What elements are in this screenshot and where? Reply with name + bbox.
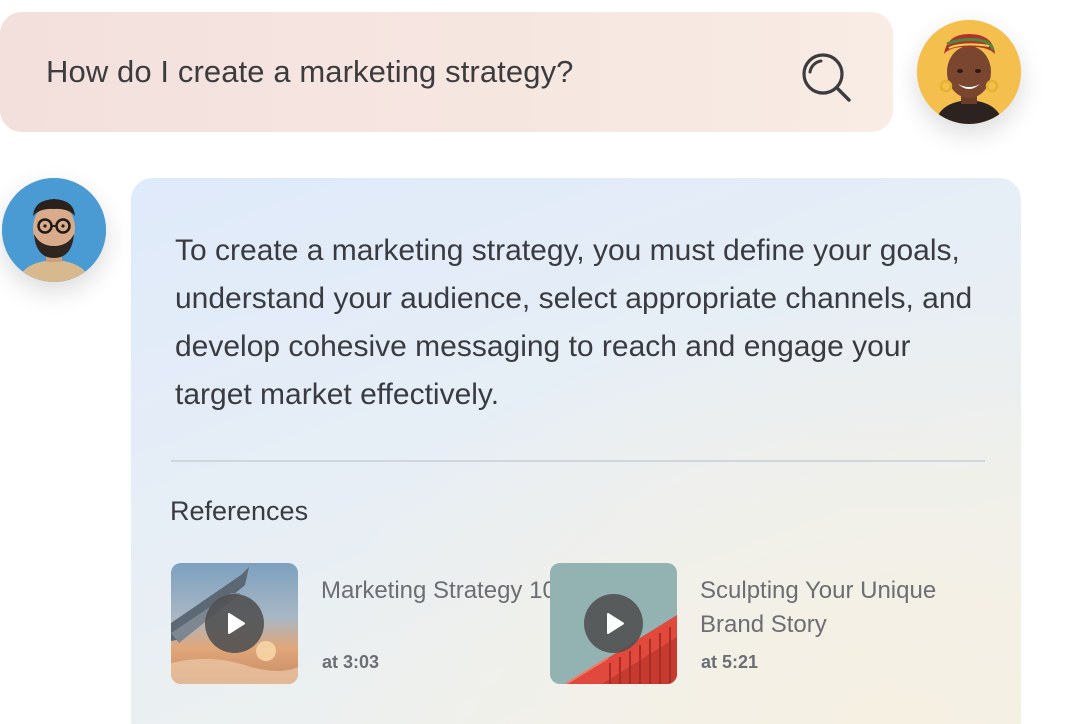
search-icon[interactable]: [796, 48, 856, 108]
reference-item[interactable]: Sculpting Your Unique Brand Story at 5:2…: [550, 563, 980, 684]
answer-text: To create a marketing strategy, you must…: [175, 234, 973, 411]
search-query-bar[interactable]: How do I create a marketing strategy?: [0, 12, 893, 132]
reference-timestamp: at 3:03: [322, 652, 380, 672]
answer-card: To create a marketing strategy, you must…: [131, 178, 1021, 724]
query-text: How do I create a marketing strategy?: [46, 54, 574, 89]
assistant-avatar: [2, 178, 106, 282]
references-heading: References: [170, 496, 309, 526]
video-thumbnail[interactable]: [171, 563, 298, 684]
user-avatar: [917, 20, 1021, 124]
divider: [171, 460, 985, 462]
play-icon[interactable]: [205, 594, 264, 653]
video-thumbnail[interactable]: [550, 563, 677, 684]
reference-title[interactable]: Sculpting Your Unique Brand Story: [700, 574, 980, 642]
reference-item[interactable]: Marketing Strategy 101 at 3:03: [171, 563, 569, 684]
chat-view: How do I create a marketing strategy? To…: [0, 0, 1085, 724]
reference-timestamp: at 5:21: [701, 652, 759, 672]
play-icon[interactable]: [584, 594, 643, 653]
